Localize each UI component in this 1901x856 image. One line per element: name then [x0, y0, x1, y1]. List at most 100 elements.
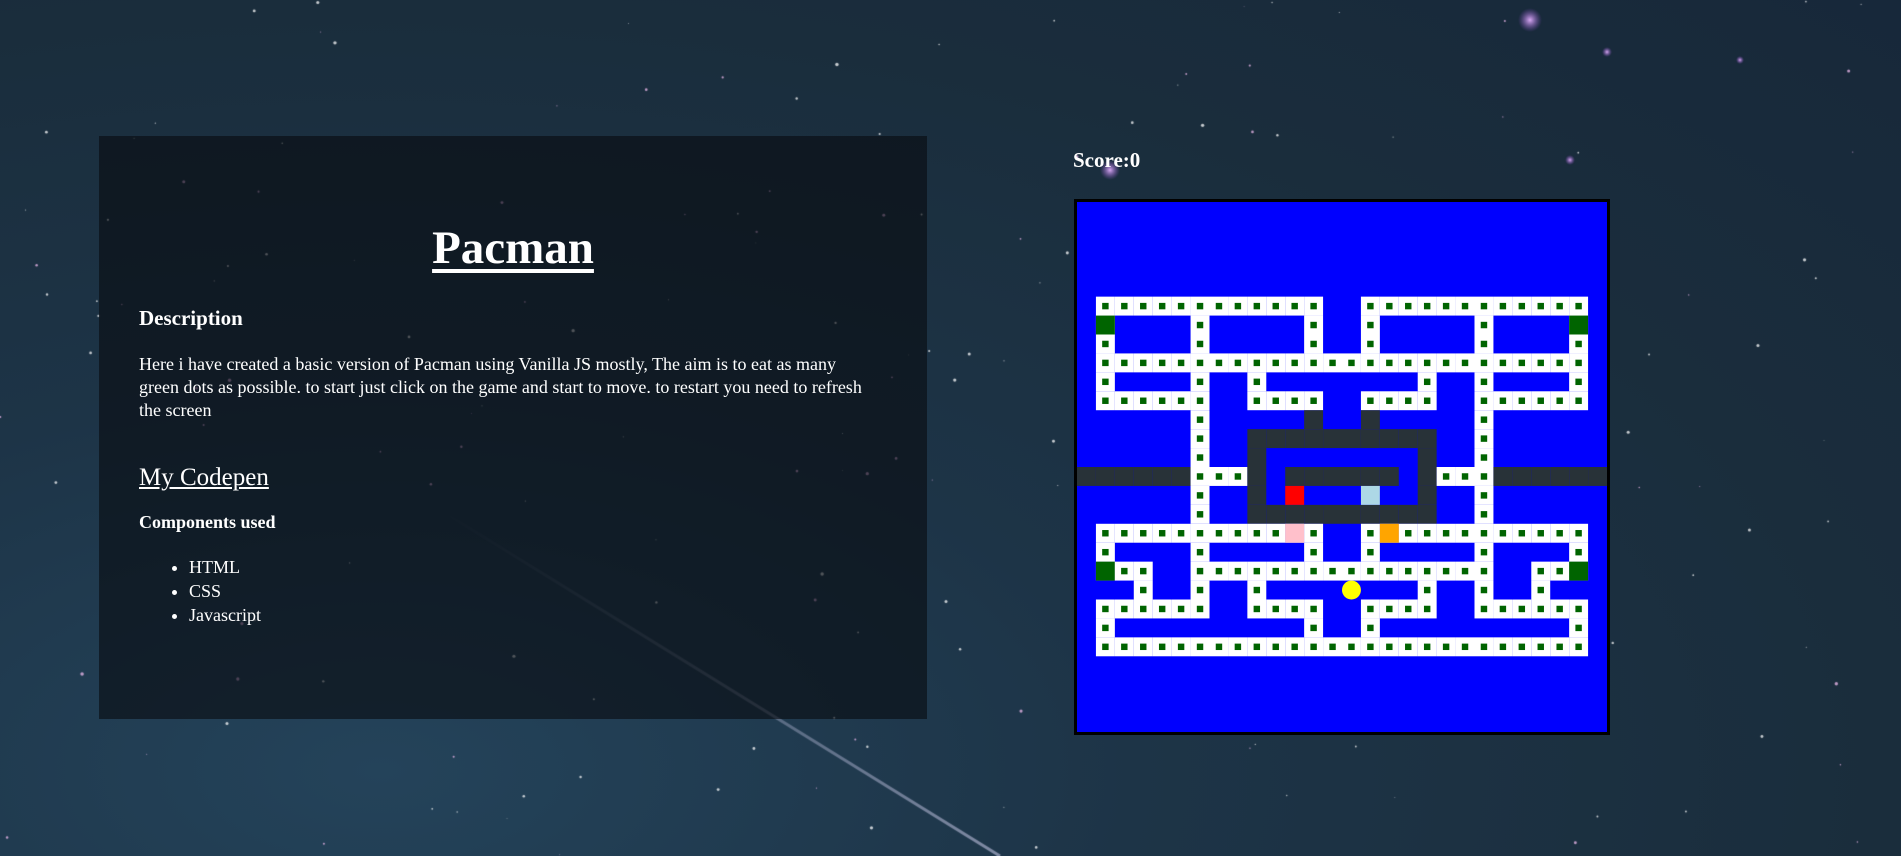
ghost-lair-cell	[1266, 429, 1286, 449]
ghost-lair-cell	[1323, 429, 1342, 449]
pac-dot	[1196, 416, 1204, 423]
pac-dot	[1177, 530, 1185, 537]
pac-dot	[1575, 643, 1582, 651]
codepen-link[interactable]: My Codepen	[139, 464, 269, 492]
pac-dot	[1291, 643, 1298, 651]
pac-dot	[1121, 530, 1128, 537]
pac-dot	[1556, 397, 1563, 404]
pac-dot	[1537, 302, 1544, 310]
pac-dot	[1367, 302, 1374, 310]
ghost-lair-cell	[1171, 467, 1191, 486]
pac-dot	[1405, 359, 1412, 367]
pac-dot	[1121, 359, 1128, 367]
score-label: Score:	[1073, 148, 1130, 172]
pac-dot	[1518, 359, 1526, 367]
pac-dot	[1215, 473, 1223, 480]
pac-dot	[1253, 605, 1261, 613]
ghost-lair-cell	[1379, 504, 1399, 524]
pac-dot	[1310, 321, 1317, 329]
pac-dot	[1386, 567, 1393, 575]
ghost-lair-cell	[1417, 485, 1437, 505]
score-display: Score:0	[1073, 148, 1140, 173]
pac-dot	[1310, 605, 1317, 613]
pac-dot	[1480, 321, 1488, 329]
pac-dot	[1480, 378, 1488, 386]
ghost-lair-cell	[1379, 467, 1399, 486]
pac-dot	[1537, 359, 1544, 367]
pac-dot	[1367, 530, 1374, 537]
game-board[interactable]	[1074, 199, 1610, 735]
pac-dot	[1575, 378, 1582, 386]
pac-dot	[1234, 473, 1242, 480]
pac-dot	[1480, 359, 1488, 367]
pac-dot	[1480, 454, 1488, 461]
pac-dot	[1386, 302, 1393, 310]
pac-dot	[1367, 643, 1374, 651]
pac-dot	[1405, 567, 1412, 575]
pac-dot	[1442, 302, 1450, 310]
pac-dot	[1405, 605, 1412, 613]
pac-dot	[1140, 359, 1147, 367]
ghost-lair-cell	[1417, 429, 1437, 449]
pac-dot	[1253, 359, 1261, 367]
pac-dot	[1518, 530, 1526, 537]
info-panel: Pacman Description Here i have created a…	[99, 136, 927, 719]
pac-dot	[1177, 397, 1185, 404]
pac-dot	[1215, 643, 1223, 651]
pac-dot	[1234, 302, 1242, 310]
pac-dot	[1196, 340, 1204, 348]
pac-dot	[1556, 359, 1563, 367]
list-item: CSS	[189, 579, 887, 603]
ghost-lair-cell	[1285, 429, 1305, 449]
ghost-lair-cell	[1360, 429, 1380, 449]
pac-dot	[1423, 397, 1431, 404]
pac-dot	[1102, 548, 1109, 556]
ghost-lair-cell	[1417, 504, 1437, 524]
pac-dot	[1196, 586, 1204, 594]
ghost-lair-cell	[1493, 467, 1513, 486]
pac-dot	[1253, 567, 1261, 575]
pac-dot	[1140, 605, 1147, 613]
pac-dot	[1140, 302, 1147, 310]
components-heading: Components used	[139, 512, 276, 532]
pac-dot	[1480, 605, 1488, 613]
pac-dot	[1423, 586, 1431, 594]
pac-dot	[1480, 586, 1488, 594]
pac-dot	[1499, 530, 1507, 537]
pac-dot	[1158, 359, 1166, 367]
pac-dot	[1423, 359, 1431, 367]
pac-dot	[1480, 302, 1488, 310]
pac-dot	[1140, 397, 1147, 404]
pac-dot	[1537, 586, 1544, 594]
ghost-clyde	[1379, 523, 1399, 543]
pac-dot	[1102, 605, 1109, 613]
ghost-inky	[1360, 485, 1380, 505]
pac-dot	[1272, 397, 1279, 404]
pac-dot	[1367, 567, 1374, 575]
pac-dot	[1480, 548, 1488, 556]
list-item: Javascript	[189, 603, 887, 627]
pac-dot	[1405, 643, 1412, 651]
pac-dot	[1518, 605, 1526, 613]
pac-dot	[1215, 530, 1223, 537]
pac-dot	[1367, 359, 1374, 367]
pac-dot	[1461, 473, 1469, 480]
power-pellet	[1569, 315, 1589, 335]
pac-dot	[1291, 302, 1298, 310]
pac-dot	[1140, 586, 1147, 594]
pac-dot	[1329, 359, 1336, 367]
pac-dot	[1386, 643, 1393, 651]
pac-dot	[1177, 359, 1185, 367]
pac-dot	[1518, 397, 1526, 404]
ghost-lair-cell	[1247, 429, 1267, 449]
pac-dot	[1575, 397, 1582, 404]
pac-dot	[1234, 643, 1242, 651]
pac-dot	[1253, 643, 1261, 651]
ghost-blinky	[1285, 485, 1305, 505]
list-item: HTML	[189, 555, 887, 579]
pac-dot	[1291, 605, 1298, 613]
pac-dot	[1102, 643, 1109, 651]
pac-dot	[1461, 643, 1469, 651]
pac-dot	[1405, 302, 1412, 310]
pac-dot	[1215, 302, 1223, 310]
